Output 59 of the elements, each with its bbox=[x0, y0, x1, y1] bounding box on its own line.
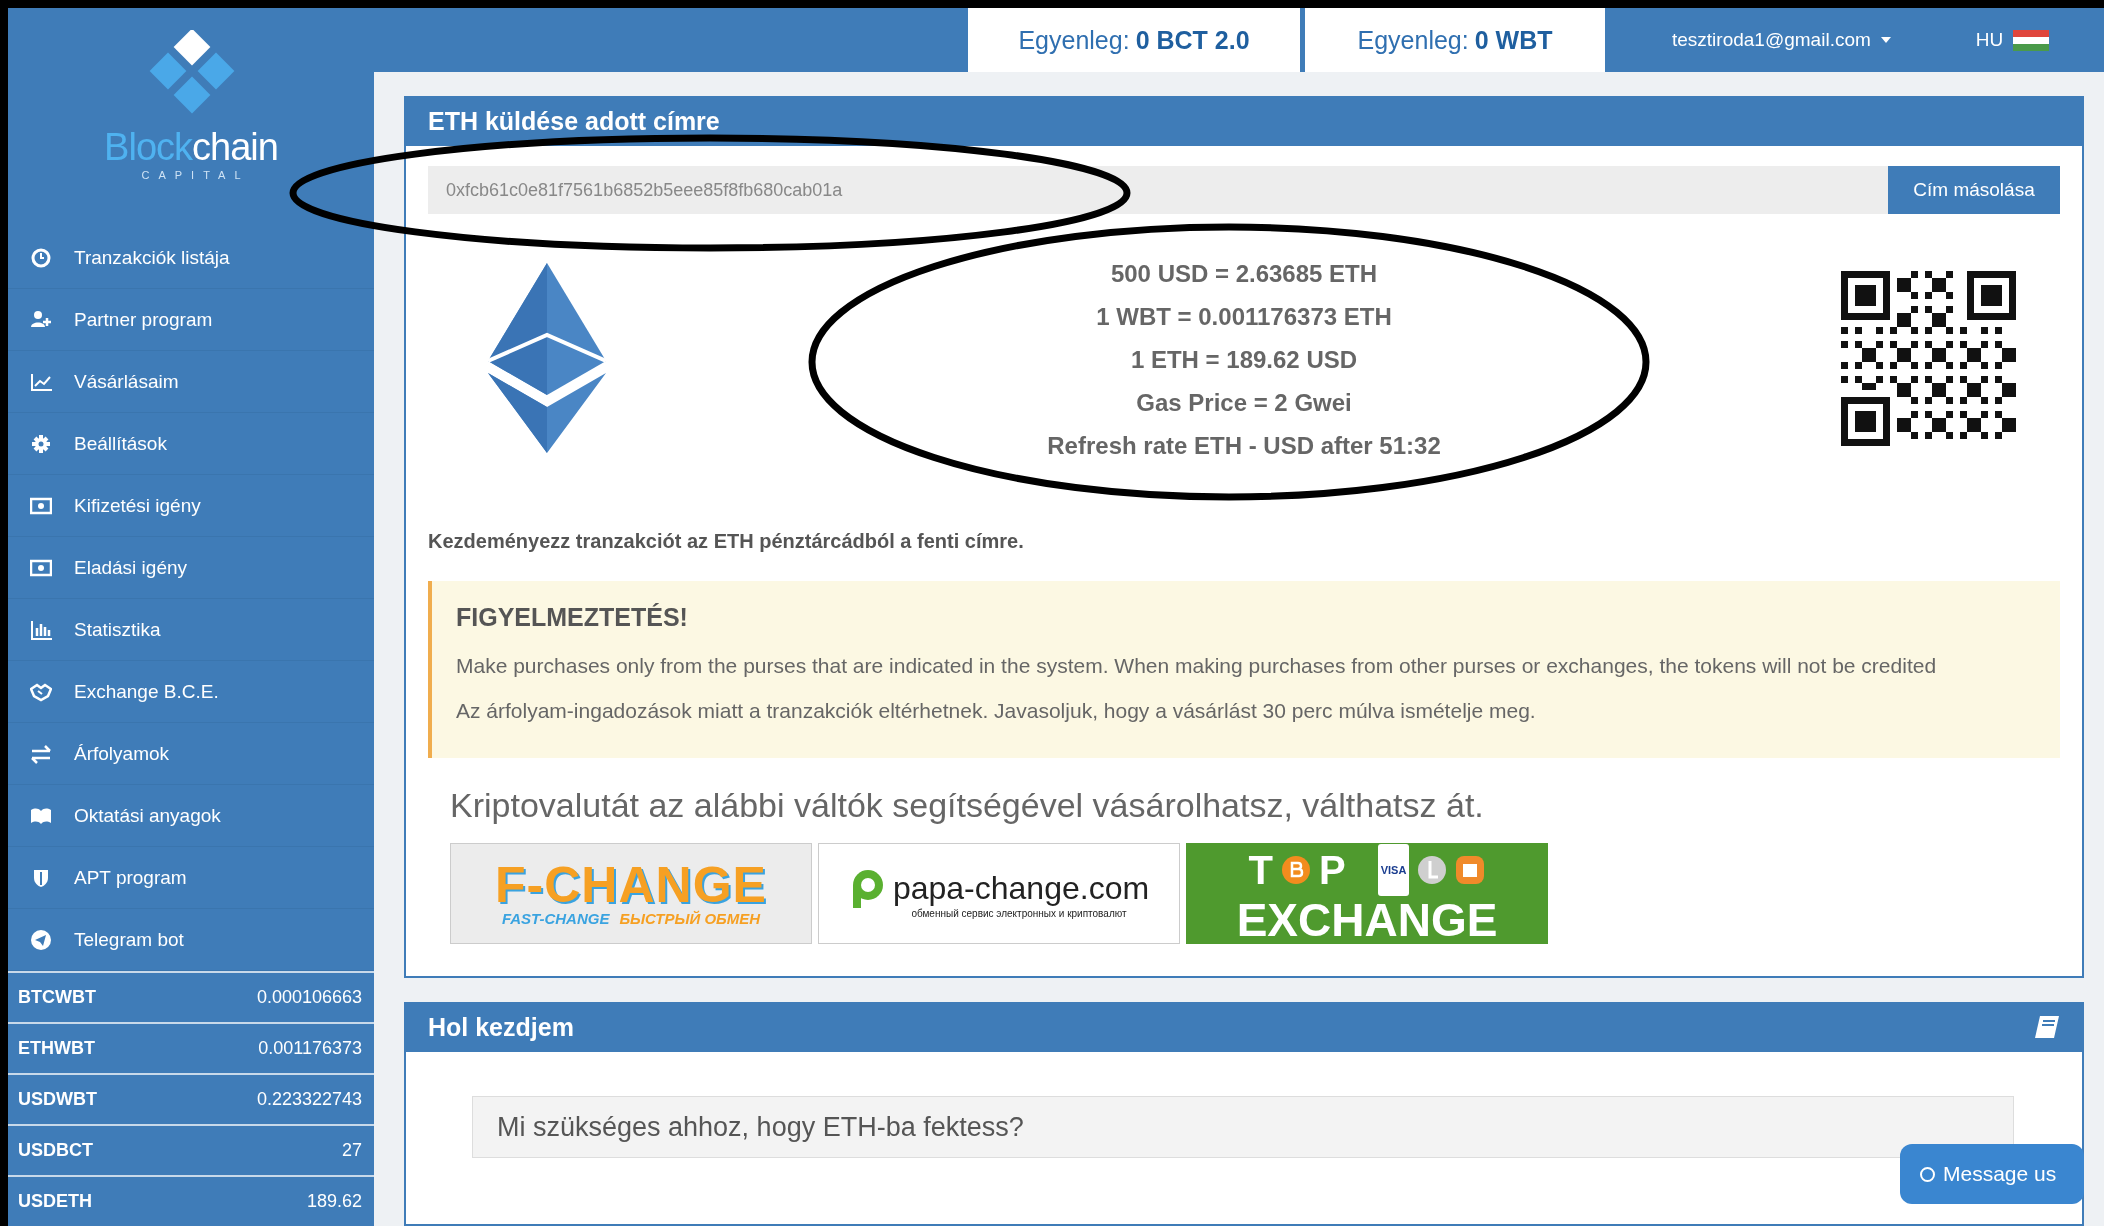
book-icon bbox=[2034, 1015, 2060, 1039]
rate-value: 0.223322743 bbox=[256, 1089, 362, 1110]
exchange-logo[interactable]: T P VISA EXCHANGE bbox=[1186, 843, 1548, 944]
sidebar-menu-item[interactable]: Kifizetési igény bbox=[74, 494, 201, 517]
sidebar-menu-item[interactable]: Statisztika bbox=[74, 618, 161, 641]
flag-icon bbox=[2013, 29, 2050, 51]
rate-line: Refresh rate ETH - USD after 51:32 bbox=[1047, 432, 1441, 460]
wallet-icon bbox=[1455, 854, 1486, 885]
chat-button[interactable]: Message us bbox=[1900, 1144, 2084, 1204]
sidebar-menu-item[interactable]: Tranzakciók listája bbox=[74, 246, 230, 269]
logo-wordmark: Blockchain bbox=[104, 126, 278, 169]
sidebar-menu-item[interactable]: Oktatási anyagok bbox=[74, 804, 221, 827]
paper-plane-icon bbox=[30, 928, 52, 951]
balance-display: Egyenleg: 0 WBT bbox=[1305, 8, 1605, 72]
sidebar-menu-item[interactable]: Beállítások bbox=[74, 432, 167, 455]
warning-text: Make purchases only from the purses that are indicated in the system. When making purchases from other purses or exchanges, the tokens will not be credited bbox=[456, 653, 1938, 679]
rate-line: 1 ETH = 189.62 USD bbox=[1130, 346, 1358, 374]
balance-display: Egyenleg: 0 BCT 2.0 bbox=[968, 8, 1300, 72]
rate-value: 0.000106663 bbox=[256, 987, 362, 1008]
bar-chart-icon bbox=[30, 618, 52, 641]
rate-pair: BTCWBT bbox=[18, 987, 96, 1008]
rate-line: 500 USD = 2.63685 ETH bbox=[1110, 260, 1378, 288]
instruction-text: Kezdeményezz tranzakciót az ETH pénztárcádból a fenti címre. bbox=[428, 530, 1025, 553]
coin-icon bbox=[1417, 854, 1448, 885]
sidebar-menu-item[interactable]: Vásárlásaim bbox=[74, 370, 179, 393]
arrows-icon bbox=[30, 742, 52, 765]
exchange-logo[interactable]: F-CHANGE FAST-CHANGE БЫСТРЫЙ ОБМЕН bbox=[450, 843, 812, 944]
panel-title: Hol kezdjem bbox=[428, 1012, 574, 1042]
rate-value: 0.001176373 bbox=[258, 1038, 362, 1059]
rate-pair: ETHWBT bbox=[18, 1038, 95, 1059]
address-field[interactable]: 0xfcb61c0e81f7561b6852b5eee85f8fb680cab01a bbox=[428, 166, 1888, 214]
faq-question[interactable]: Mi szükséges ahhoz, hogy ETH-ba fektess? bbox=[472, 1096, 2014, 1158]
rate-line: 1 WBT = 0.001176373 ETH bbox=[1096, 303, 1392, 331]
exchange-logo[interactable]: papa-change.com обменный сервис электронных и криптовалют bbox=[818, 843, 1180, 944]
ethereum-logo-icon bbox=[488, 263, 606, 453]
rate-pair: USDETH bbox=[18, 1191, 92, 1212]
exchanges-heading: Kriptovalutát az alábbi váltók segítségével vásárolhatsz, válthatsz át. bbox=[450, 786, 1485, 825]
warning-text: Az árfolyam-ingadozások miatt a tranzakciók eltérhetnek. Javasoljuk, hogy a vásárlást 30 perc múlva ismételje meg. bbox=[456, 698, 1537, 724]
coin-icon bbox=[1281, 854, 1312, 885]
gear-icon bbox=[30, 432, 52, 455]
sidebar-menu-item[interactable]: Telegram bot bbox=[74, 928, 184, 951]
rate-value: 189.62 bbox=[306, 1191, 362, 1212]
language-selector[interactable]: HU bbox=[1975, 8, 2050, 72]
warning-title: FIGYELMEZTETÉS! bbox=[456, 603, 689, 632]
caret-icon bbox=[1880, 37, 1891, 43]
logo-tagline: CAPITAL bbox=[141, 169, 250, 181]
sidebar-menu-item[interactable]: Árfolyamok bbox=[74, 742, 170, 765]
sidebar-menu-item[interactable]: Partner program bbox=[74, 308, 213, 331]
rate-pair: USDWBT bbox=[18, 1089, 97, 1110]
rate-line: Gas Price = 2 Gwei bbox=[1136, 389, 1352, 417]
rate-pair: USDBCT bbox=[18, 1140, 93, 1161]
copy-address-button[interactable]: Cím másolása bbox=[1888, 166, 2060, 214]
panel-title: ETH küldése adott címre bbox=[406, 96, 2082, 146]
sidebar-menu-item[interactable]: APT program bbox=[74, 866, 187, 889]
sidebar-menu-item[interactable]: Exchange B.C.E. bbox=[74, 680, 219, 703]
clock-icon bbox=[30, 246, 52, 269]
user-menu[interactable]: tesztiroda1@gmail.com bbox=[1672, 8, 1891, 72]
sidebar-menu-item[interactable]: Eladási igény bbox=[74, 556, 188, 579]
rate-value: 27 bbox=[341, 1140, 362, 1161]
